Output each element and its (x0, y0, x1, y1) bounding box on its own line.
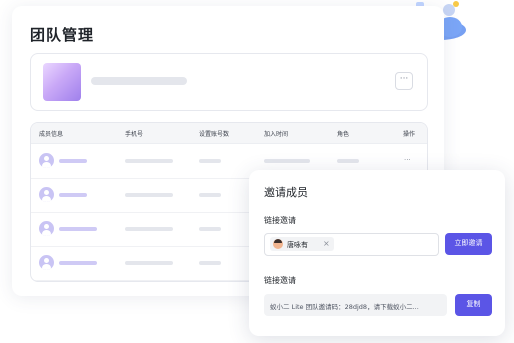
col-actions: 操作 (403, 131, 416, 138)
team-more-button[interactable]: ··· (395, 72, 413, 90)
invitee-avatar (273, 239, 283, 249)
col-member-info: 成员信息 (39, 131, 64, 138)
invitee-name: 唐咏有 (287, 241, 308, 249)
table-header: 成员信息 手机号 设置账号数 加入时间 角色 操作 (31, 123, 427, 144)
team-name-placeholder (91, 77, 187, 85)
col-join-time: 加入时间 (264, 131, 289, 138)
team-logo (43, 63, 81, 101)
invitee-input[interactable]: 唐咏有 × (264, 233, 439, 256)
invite-link-text: 蚁小二 Lite 团队邀请码：28djd8，请下载蚁小二... (270, 303, 419, 311)
invite-section-label: 链接邀请 (264, 216, 296, 225)
invite-link-box: 蚁小二 Lite 团队邀请码：28djd8，请下载蚁小二... (264, 294, 447, 316)
more-icon: ··· (399, 74, 409, 84)
invite-members-panel: 邀请成员 链接邀请 唐咏有 × 立即邀请 链接邀请 蚁小二 Lite 团队邀请码… (249, 170, 505, 336)
user-avatar-icon (39, 187, 54, 202)
col-phone: 手机号 (125, 131, 144, 138)
invite-now-button[interactable]: 立即邀请 (445, 233, 492, 255)
user-avatar-icon (39, 153, 54, 168)
team-info-box: ··· (30, 53, 428, 111)
invite-panel-title: 邀请成员 (264, 186, 308, 199)
page-title: 团队管理 (30, 26, 95, 44)
user-avatar-icon (39, 221, 54, 236)
col-account-count: 设置账号数 (199, 131, 230, 138)
link-section-label: 链接邀请 (264, 276, 296, 285)
user-avatar-icon (39, 255, 54, 270)
copy-button[interactable]: 复制 (455, 294, 492, 316)
col-role: 角色 (337, 131, 350, 138)
close-icon[interactable]: × (323, 239, 330, 248)
row-action-button[interactable]: ··· (404, 156, 411, 164)
invitee-tag: 唐咏有 × (270, 237, 334, 251)
